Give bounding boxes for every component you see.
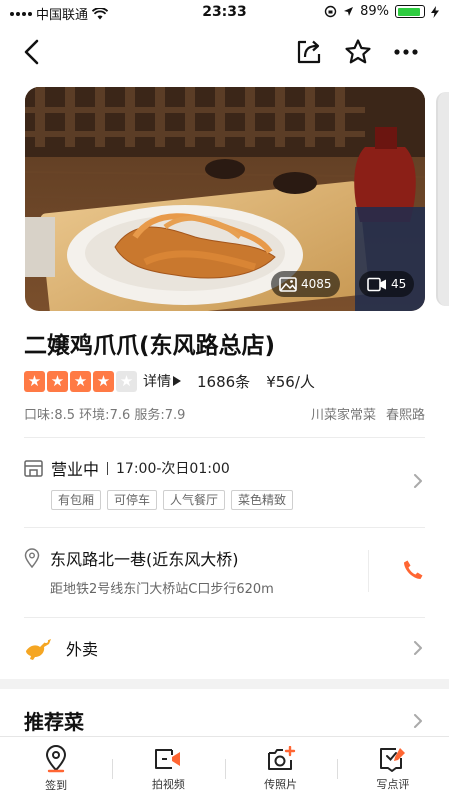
video-icon: [155, 748, 181, 769]
video-icon: [367, 277, 386, 291]
write-review-tab[interactable]: 写点评: [336, 737, 449, 800]
location-arrow-icon: [344, 7, 354, 16]
battery-icon: [395, 5, 425, 18]
video-count: 45: [391, 277, 407, 291]
takeout-label: 外卖: [66, 640, 99, 659]
photo-count: 4085: [301, 277, 332, 291]
open-status: 营业中: [51, 460, 100, 479]
chevron-left-icon: [24, 39, 39, 65]
review-count[interactable]: 1686条: [197, 371, 250, 392]
charging-icon: [431, 5, 439, 18]
battery-percent: 89%: [360, 4, 389, 19]
rating-row: ★ ★ ★ ★ ★ 详情 1686条 ¥56/人: [24, 370, 315, 392]
feature-tag: 有包厢: [51, 490, 102, 510]
address-row[interactable]: 东风路北一巷(近东风大桥) 距地铁2号线东门大桥站C口步行620m: [24, 546, 425, 602]
share-icon: [297, 40, 321, 64]
takeout-row[interactable]: 外卖: [24, 630, 425, 666]
video-count-badge[interactable]: 45: [359, 271, 415, 297]
hours-time: 17:00-次日01:00: [116, 461, 230, 477]
shop-title: 二嬢鸡爪爪(东风路总店): [24, 333, 276, 359]
next-photo-peek[interactable]: [436, 92, 449, 306]
separator: [107, 461, 109, 475]
feature-tags: 有包厢 可停车 人气餐厅 菜色精致: [51, 490, 425, 510]
star-filled-icon: ★: [47, 370, 68, 392]
check-in-tab[interactable]: 签到: [0, 737, 112, 800]
score-breakdown: 口味:8.5 环境:7.6 服务:7.9: [24, 408, 186, 423]
bottom-action-bar: 签到 拍视频 传照片 写点评: [0, 736, 449, 800]
separator: [368, 550, 369, 592]
divider: [24, 527, 425, 528]
star-filled-icon: ★: [93, 370, 114, 392]
category-label[interactable]: 川菜家常菜: [311, 404, 376, 423]
feature-tag: 菜色精致: [231, 490, 294, 510]
favorite-button[interactable]: [340, 34, 376, 70]
star-rating: ★ ★ ★ ★ ★: [24, 370, 137, 392]
triangle-right-icon: [173, 376, 181, 386]
status-bar: 中国联通 23:33 89%: [0, 0, 449, 26]
location-pin-icon: [46, 744, 67, 772]
share-button[interactable]: [291, 34, 327, 70]
star-filled-icon: ★: [24, 370, 45, 392]
feature-tag: 人气餐厅: [163, 490, 226, 510]
divider: [24, 617, 425, 618]
tab-label: 传照片: [264, 777, 298, 791]
feature-tag: 可停车: [107, 490, 158, 510]
hero-photo[interactable]: 4085 45: [25, 87, 425, 311]
tab-label: 签到: [45, 778, 68, 792]
category-district: 川菜家常菜 春熙路: [311, 404, 425, 423]
average-price: ¥56/人: [266, 372, 315, 391]
business-hours-row[interactable]: 营业中 17:00-次日01:00 有包厢 可停车 人气餐厅 菜色精致: [24, 456, 425, 516]
image-icon: [279, 276, 297, 292]
record-video-tab[interactable]: 拍视频: [112, 737, 224, 800]
camera-icon: [267, 745, 295, 770]
upload-photo-tab[interactable]: 传照片: [224, 737, 337, 800]
star-empty-icon: ★: [116, 370, 137, 392]
section-gap: [0, 679, 449, 689]
star-filled-icon: ★: [70, 370, 91, 392]
rotation-lock-icon: [324, 5, 337, 18]
storefront-icon: [24, 459, 43, 477]
chevron-right-icon[interactable]: [411, 714, 425, 728]
back-button[interactable]: [14, 34, 50, 70]
call-button[interactable]: [401, 558, 425, 582]
detail-label: 详情: [143, 374, 171, 390]
district-label[interactable]: 春熙路: [386, 404, 425, 423]
location-pin-icon: [24, 548, 40, 568]
chevron-right-icon: [414, 641, 422, 655]
phone-icon: [404, 560, 423, 579]
star-outline-icon: [345, 39, 371, 64]
tab-label: 拍视频: [151, 777, 185, 791]
top-nav: [0, 30, 449, 74]
more-dots-icon: [394, 49, 418, 55]
write-review-icon: [379, 747, 405, 772]
recommend-section-title[interactable]: 推荐菜: [24, 706, 84, 735]
tab-label: 写点评: [376, 777, 410, 791]
takeout-rider-icon: [26, 639, 51, 660]
divider: [24, 437, 425, 438]
chevron-right-icon: [414, 474, 422, 488]
more-button[interactable]: [388, 34, 424, 70]
photo-count-badge[interactable]: 4085: [271, 271, 340, 297]
rating-detail-link[interactable]: 详情: [143, 371, 181, 391]
